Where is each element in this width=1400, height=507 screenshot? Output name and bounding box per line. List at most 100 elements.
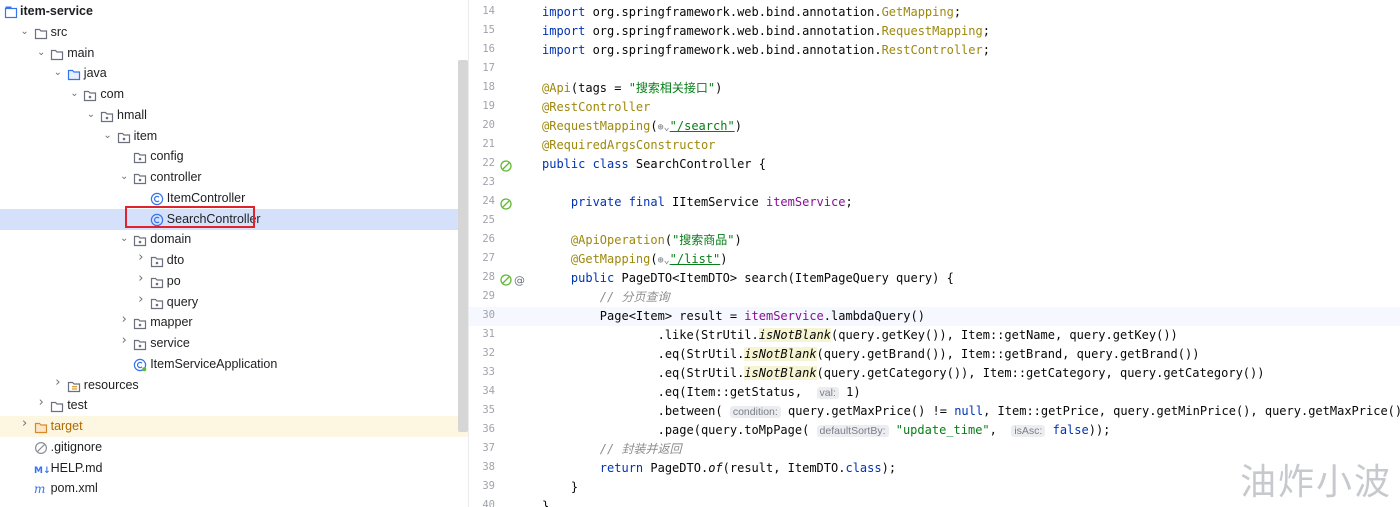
tree-item-main[interactable]: ⌄ main	[0, 43, 458, 64]
code-line[interactable]: 18 @Api(tags = "搜索相关接口")	[469, 79, 1400, 98]
code-line[interactable]: 20 @RequestMapping(⊕⌄"/search")	[469, 117, 1400, 136]
bean-icon[interactable]	[499, 196, 513, 210]
tree-item-po[interactable]: › po	[0, 271, 458, 292]
code-text[interactable]: @Api(tags = "搜索相关接口")	[542, 80, 722, 97]
tree-item-item-service[interactable]: item-service	[0, 1, 458, 22]
code-text[interactable]: private final IItemService itemService;	[542, 194, 853, 211]
tree-item-java[interactable]: ⌄ java	[0, 63, 458, 84]
code-text[interactable]: .eq(StrUtil.isNotBlank(query.getBrand())…	[542, 346, 1199, 363]
tree-item-com[interactable]: ⌄ com	[0, 84, 458, 105]
tree-item-mapper[interactable]: › mapper	[0, 312, 458, 333]
tree-item-test[interactable]: › test	[0, 395, 458, 416]
code-line[interactable]: 21 @RequiredArgsConstructor	[469, 136, 1400, 155]
tree-item-item[interactable]: ⌄ item	[0, 126, 458, 147]
code-editor[interactable]: 14 import org.springframework.web.bind.an…	[469, 0, 1400, 507]
code-text[interactable]: .eq(StrUtil.isNotBlank(query.getCategory…	[542, 365, 1264, 382]
code-text[interactable]: import org.springframework.web.bind.anno…	[542, 42, 990, 59]
code-text[interactable]: return PageDTO.of(result, ItemDTO.class)…	[542, 460, 896, 477]
code-line[interactable]: 35 .between( condition: query.getMaxPric…	[469, 402, 1400, 421]
bean-icon[interactable]	[499, 272, 513, 286]
code-text[interactable]: @GetMapping(⊕⌄"/list")	[542, 251, 728, 269]
tree-item-pom-xml[interactable]: m pom.xml	[0, 478, 458, 499]
tree-item-itemserviceapplication[interactable]: ItemServiceApplication	[0, 354, 458, 375]
code-text[interactable]: import org.springframework.web.bind.anno…	[542, 23, 990, 40]
chevron-down-icon[interactable]: ⌄	[85, 109, 97, 121]
tree-item-help-md[interactable]: M↓ HELP.md	[0, 458, 458, 479]
code-line[interactable]: 19 @RestController	[469, 98, 1400, 117]
code-text[interactable]: Page<Item> result = itemService.lambdaQu…	[542, 308, 925, 325]
code-line[interactable]: 27 @GetMapping(⊕⌄"/list")	[469, 250, 1400, 269]
tree-item-domain[interactable]: ⌄ domain	[0, 229, 458, 250]
code-text[interactable]: .like(StrUtil.isNotBlank(query.getKey())…	[542, 327, 1178, 344]
code-text[interactable]: // 封装并返回	[542, 441, 682, 458]
code-text[interactable]: }	[542, 479, 578, 496]
tree-item-label: query	[166, 294, 199, 309]
package-icon	[133, 232, 147, 247]
chevron-down-icon[interactable]: ⌄	[52, 67, 64, 79]
chevron-down-icon[interactable]: ⌄	[68, 88, 80, 100]
code-text[interactable]: public class SearchController {	[542, 156, 766, 173]
tree-item-query[interactable]: › query	[0, 292, 458, 313]
chevron-down-icon[interactable]: ⌄	[102, 130, 114, 142]
selected-file-highlight-box	[125, 206, 255, 228]
code-text[interactable]: // 分页查询	[542, 289, 670, 306]
tree-item-label: src	[50, 24, 68, 39]
code-line[interactable]: 24 private final IItemService itemServic…	[469, 193, 1400, 212]
code-line[interactable]: 26 @ApiOperation("搜索商品")	[469, 231, 1400, 250]
code-text[interactable]: @ApiOperation("搜索商品")	[542, 232, 742, 249]
chevron-right-icon[interactable]: ›	[19, 417, 31, 430]
package-icon	[133, 315, 147, 330]
chevron-right-icon[interactable]: ›	[118, 313, 130, 326]
chevron-down-icon[interactable]: ⌄	[19, 26, 31, 38]
tree-scrollbar[interactable]	[458, 60, 468, 432]
chevron-right-icon[interactable]: ›	[135, 251, 147, 264]
code-line[interactable]: 14 import org.springframework.web.bind.an…	[469, 3, 1400, 22]
code-text[interactable]: @RequiredArgsConstructor	[542, 137, 715, 154]
bean-icon[interactable]	[499, 158, 513, 172]
code-line[interactable]: 34 .eq(Item::getStatus, val: 1)	[469, 383, 1400, 402]
code-line[interactable]: 36 .page(query.toMpPage( defaultSortBy: …	[469, 421, 1400, 440]
code-text[interactable]: .eq(Item::getStatus, val: 1)	[542, 384, 861, 402]
chevron-down-icon[interactable]: ⌄	[35, 47, 47, 59]
code-line[interactable]: 25	[469, 212, 1400, 231]
code-line[interactable]: 16 import org.springframework.web.bind.an…	[469, 41, 1400, 60]
code-line[interactable]: 22 public class SearchController {	[469, 155, 1400, 174]
tree-item-service[interactable]: › service	[0, 333, 458, 354]
code-line[interactable]: 32 .eq(StrUtil.isNotBlank(query.getBrand…	[469, 345, 1400, 364]
code-text[interactable]: @RequestMapping(⊕⌄"/search")	[542, 118, 742, 136]
line-number: 14	[482, 5, 495, 17]
code-text[interactable]: @RestController	[542, 99, 650, 116]
code-text[interactable]: import org.springframework.web.bind.anno…	[542, 4, 961, 21]
tree-item-resources[interactable]: › resources	[0, 375, 458, 396]
code-line[interactable]: 29 // 分页查询	[469, 288, 1400, 307]
code-line[interactable]: 28 @ public PageDTO<ItemDTO> search(ItemP…	[469, 269, 1400, 288]
code-line[interactable]: 23	[469, 174, 1400, 193]
chevron-down-icon[interactable]: ⌄	[118, 233, 130, 245]
tree-item-dto[interactable]: › dto	[0, 250, 458, 271]
code-text[interactable]: .page(query.toMpPage( defaultSortBy: "up…	[542, 422, 1110, 440]
tree-item-target[interactable]: › target	[0, 416, 468, 437]
tree-item-gitignore[interactable]: .gitignore	[0, 437, 458, 458]
code-line[interactable]: 15 import org.springframework.web.bind.an…	[469, 22, 1400, 41]
chevron-right-icon[interactable]: ›	[35, 396, 47, 409]
tree-item-controller[interactable]: ⌄ controller	[0, 167, 458, 188]
chevron-right-icon[interactable]: ›	[135, 272, 147, 285]
code-text[interactable]: .between( condition: query.getMaxPrice()…	[542, 403, 1400, 421]
code-text[interactable]: public PageDTO<ItemDTO> search(ItemPageQ…	[542, 270, 954, 287]
code-line[interactable]: 30 Page<Item> result = itemService.lambd…	[469, 307, 1400, 326]
code-line[interactable]: 31 .like(StrUtil.isNotBlank(query.getKey…	[469, 326, 1400, 345]
chevron-right-icon[interactable]: ›	[118, 334, 130, 347]
tree-item-config[interactable]: config	[0, 146, 458, 167]
tree-item-label: resources	[83, 377, 139, 392]
chevron-right-icon[interactable]: ›	[135, 293, 147, 306]
chevron-down-icon[interactable]: ⌄	[118, 171, 130, 183]
code-text[interactable]: }	[542, 498, 549, 507]
package-icon	[150, 295, 164, 309]
code-line[interactable]: 33 .eq(StrUtil.isNotBlank(query.getCateg…	[469, 364, 1400, 383]
chevron-right-icon[interactable]: ›	[52, 376, 64, 389]
code-line[interactable]: 17	[469, 60, 1400, 79]
line-number: 33	[482, 366, 495, 378]
at-icon[interactable]: @	[513, 272, 527, 287]
tree-item-src[interactable]: ⌄ src	[0, 22, 458, 43]
tree-item-hmall[interactable]: ⌄ hmall	[0, 105, 458, 126]
